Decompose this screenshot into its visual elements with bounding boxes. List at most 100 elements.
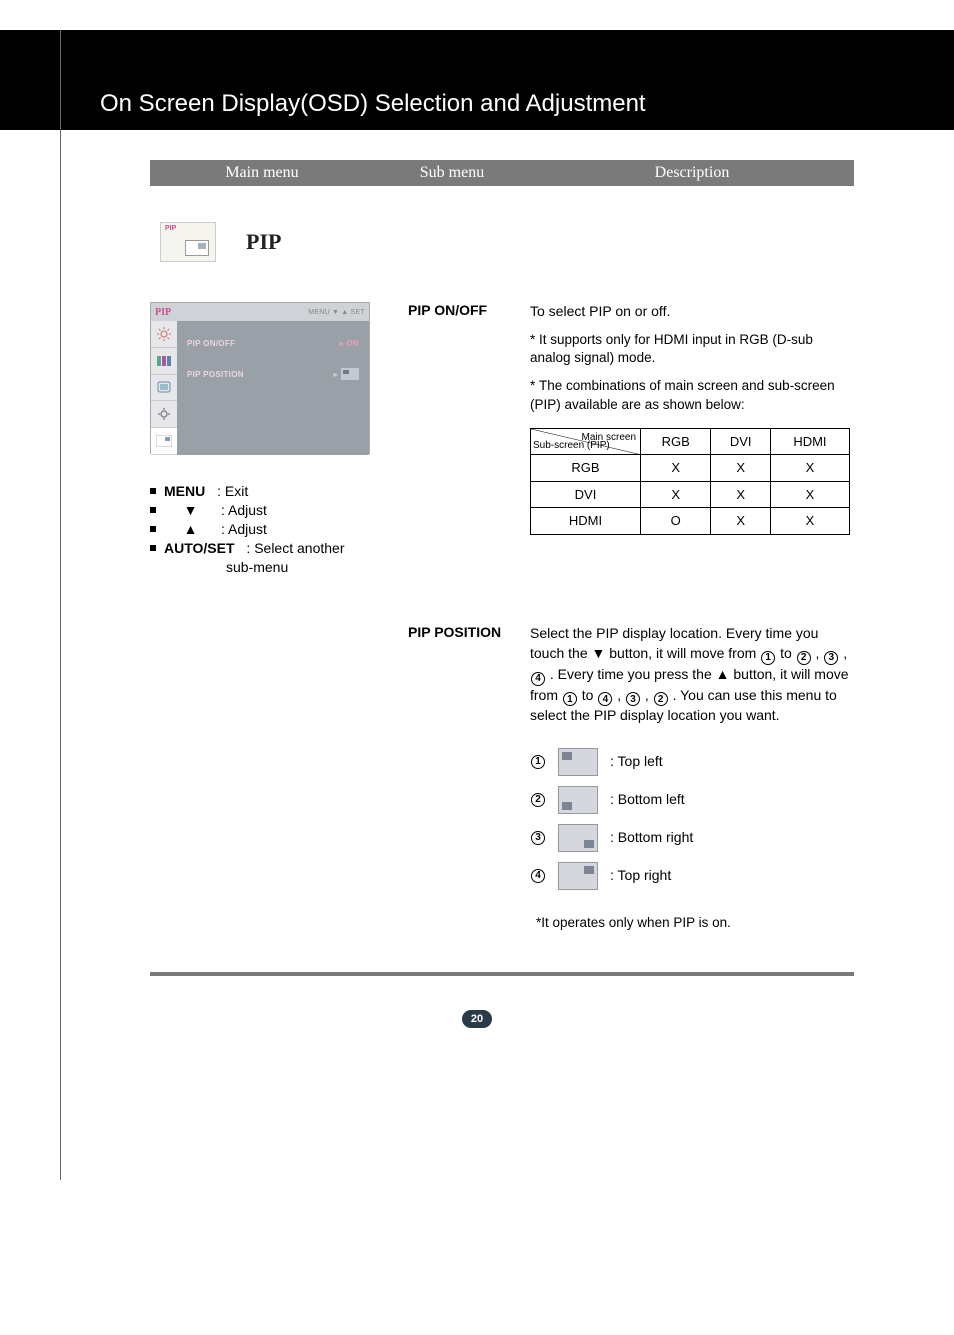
table-row: HDMI O X X: [531, 508, 850, 535]
up-arrow-icon: ▲: [716, 666, 730, 682]
osd-item-position-label: PIP POSITION: [187, 370, 244, 379]
table-cell: O: [641, 508, 711, 535]
table-col-header: HDMI: [770, 428, 849, 455]
controls-legend: MENU : Exit ▼ : Adjust ▲ : Adjust AUTO/S…: [150, 482, 380, 576]
control-down-desc: : Adjust: [221, 501, 267, 520]
osd-item-onoff-label: PIP ON/OFF: [187, 339, 235, 348]
content-area: Main menu Sub menu Description PIP PIP P…: [0, 130, 954, 932]
osd-menu-screenshot: PIP MENU ▼ ▲ SET: [150, 302, 370, 454]
position-bottom-right-icon: [558, 824, 598, 852]
position-option-1: 1 : Top left: [530, 748, 854, 776]
osd-topbar: PIP MENU ▼ ▲ SET: [151, 303, 369, 321]
osd-body: PIP ON/OFF ▸ ON PIP POSITION ▸: [151, 321, 369, 455]
position-option-label: : Bottom right: [610, 828, 693, 847]
osd-item-onoff: PIP ON/OFF ▸ ON: [187, 339, 359, 348]
table-cell: X: [770, 481, 849, 508]
control-down: ▼ : Adjust: [150, 501, 380, 520]
control-autoset-cont: sub-menu: [150, 558, 380, 577]
control-up-desc: : Adjust: [221, 520, 267, 539]
position-option-2: 2 : Bottom left: [530, 786, 854, 814]
table-cell: X: [770, 455, 849, 482]
num-1-icon: 1: [761, 651, 775, 665]
osd-item-onoff-value: ▸ ON: [340, 339, 359, 348]
osd-right-panel: PIP ON/OFF ▸ ON PIP POSITION ▸: [177, 321, 369, 455]
osd-position-icon: [341, 368, 359, 380]
pip-icon-inner: [185, 240, 209, 256]
table-cell: X: [711, 455, 770, 482]
osd-brand: PIP: [155, 307, 306, 318]
osd-tab-tracking-icon: [151, 375, 177, 402]
left-column: PIP MENU ▼ ▲ SET: [150, 302, 380, 576]
position-options-list: 1 : Top left 2 : Bottom left 3 : Bottom …: [530, 748, 854, 890]
up-arrow-icon: ▲: [184, 520, 198, 539]
control-autoset: AUTO/SET : Select another: [150, 539, 380, 558]
main-columns: PIP MENU ▼ ▲ SET: [150, 302, 854, 576]
position-top-right-icon: [558, 862, 598, 890]
table-col-header: RGB: [641, 428, 711, 455]
num-2-icon: 2: [531, 793, 545, 807]
left-vertical-rule: [60, 30, 61, 1180]
num-2-icon: 2: [797, 651, 811, 665]
position-desc-text: Select the PIP display location. Every t…: [530, 624, 854, 725]
position-option-3: 3 : Bottom right: [530, 824, 854, 852]
header-band: On Screen Display(OSD) Selection and Adj…: [0, 30, 954, 130]
control-menu-desc: : Exit: [217, 482, 248, 501]
page: On Screen Display(OSD) Selection and Adj…: [0, 30, 954, 1335]
table-sub-screen-label: Sub-screen (PIP): [533, 439, 610, 453]
osd-set-btn: SET: [350, 309, 365, 316]
closing-rule: [150, 972, 854, 976]
position-description: Select the PIP display location. Every t…: [530, 624, 854, 932]
right-block-onoff: PIP ON/OFF To select PIP on or off. * It…: [408, 302, 854, 535]
osd-tab-setup-icon: [151, 401, 177, 428]
osd-up-icon: ▲: [341, 309, 348, 316]
col-description: Description: [542, 164, 842, 182]
table-cell: X: [641, 455, 711, 482]
onoff-desc-text: To select PIP on or off.: [530, 302, 854, 321]
num-1-icon: 1: [563, 692, 577, 706]
right-block-position: PIP POSITION Select the PIP display loca…: [408, 624, 854, 932]
onoff-note-1: * It supports only for HDMI input in RGB…: [530, 331, 854, 367]
table-row-header: HDMI: [531, 508, 641, 535]
table-row: RGB X X X: [531, 455, 850, 482]
pip-heading: PIP: [246, 229, 281, 255]
table-cell: X: [711, 481, 770, 508]
position-option-label: : Top left: [610, 752, 663, 771]
pip-icon: PIP: [160, 222, 216, 262]
num-2-icon: 2: [654, 692, 668, 706]
table-row-header: DVI: [531, 481, 641, 508]
osd-tab-brightness-icon: [151, 321, 177, 348]
onoff-description: To select PIP on or off. * It supports o…: [530, 302, 854, 535]
col-main-menu: Main menu: [162, 164, 362, 182]
osd-left-tabs: [151, 321, 177, 455]
osd-down-icon: ▼: [332, 309, 339, 316]
control-up: ▲ : Adjust: [150, 520, 380, 539]
position-footnote: *It operates only when PIP is on.: [536, 914, 854, 933]
pip-heading-row: PIP PIP: [160, 222, 854, 262]
table-cell: X: [711, 508, 770, 535]
down-arrow-icon: ▼: [592, 645, 606, 661]
table-row-header: RGB: [531, 455, 641, 482]
page-number: 20: [462, 1010, 492, 1028]
osd-tab-image-icon: [151, 348, 177, 375]
num-3-icon: 3: [626, 692, 640, 706]
num-1-icon: 1: [531, 755, 545, 769]
page-title: On Screen Display(OSD) Selection and Adj…: [100, 90, 646, 118]
control-menu: MENU : Exit: [150, 482, 380, 501]
down-arrow-icon: ▼: [184, 501, 198, 520]
num-3-icon: 3: [531, 831, 545, 845]
position-option-label: : Bottom left: [610, 790, 685, 809]
table-row: DVI X X X: [531, 481, 850, 508]
num-3-icon: 3: [824, 651, 838, 665]
control-menu-label: MENU: [164, 482, 205, 501]
table-row: Main screen Sub-screen (PIP) RGB DVI HDM…: [531, 428, 850, 455]
num-4-icon: 4: [598, 692, 612, 706]
osd-menu-btn: MENU: [308, 309, 330, 316]
position-bottom-left-icon: [558, 786, 598, 814]
position-option-label: : Top right: [610, 866, 671, 885]
table-cell: X: [770, 508, 849, 535]
num-4-icon: 4: [531, 672, 545, 686]
compatibility-table: Main screen Sub-screen (PIP) RGB DVI HDM…: [530, 428, 850, 535]
position-option-4: 4 : Top right: [530, 862, 854, 890]
pip-icon-label: PIP: [165, 225, 176, 232]
position-top-left-icon: [558, 748, 598, 776]
